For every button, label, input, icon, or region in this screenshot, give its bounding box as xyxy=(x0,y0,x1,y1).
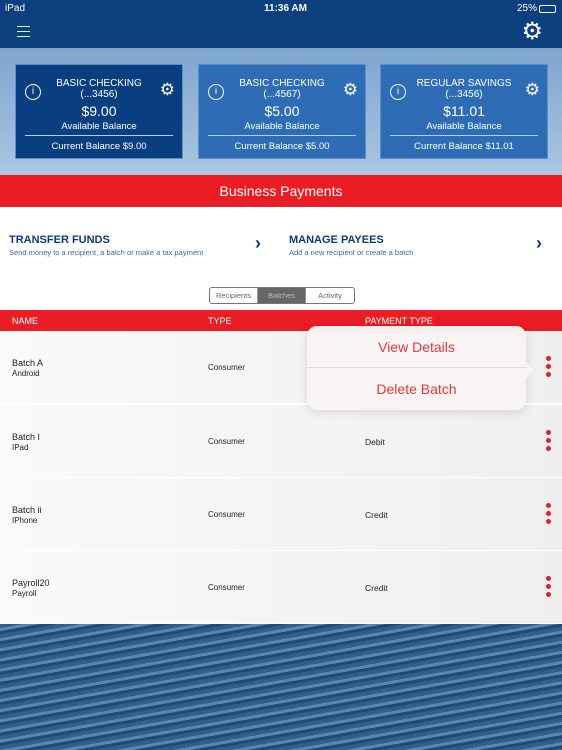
batch-name: Batch I xyxy=(12,432,41,442)
batch-options-popover: View Details Delete Batch xyxy=(307,326,534,410)
account-card[interactable]: i ⚙ BASIC CHECKING (...4567) $5.00 Availa… xyxy=(198,64,366,159)
battery-icon xyxy=(539,5,556,13)
manage-payees-link[interactable]: MANAGE PAYEES Add a new recipient or cre… xyxy=(289,234,413,257)
account-card[interactable]: i ⚙ BASIC CHECKING (...3456) $9.00 Availa… xyxy=(15,64,183,159)
more-options-icon[interactable] xyxy=(546,576,552,600)
gear-icon[interactable]: ⚙ xyxy=(343,80,358,100)
battery-percent: 25% xyxy=(517,3,538,14)
header-type: TYPE xyxy=(208,316,232,326)
available-label: Available Balance xyxy=(244,121,320,132)
nav-bar: ⚙ xyxy=(0,18,562,48)
device-label: iPad xyxy=(5,3,26,14)
batch-type: Consumer xyxy=(208,510,245,519)
batch-type: Consumer xyxy=(208,437,245,446)
account-name: BASIC CHECKING xyxy=(239,78,325,89)
batch-name: Batch A xyxy=(12,358,44,368)
payment-type: Debit xyxy=(365,437,385,447)
tab-recipients[interactable]: Recipients xyxy=(210,288,258,303)
table-row[interactable]: Batch ii IPhone Consumer Credit xyxy=(0,478,562,551)
batch-desc: Payroll xyxy=(12,589,37,598)
manage-payees-subtitle: Add a new recipient or create a batch xyxy=(289,248,414,257)
available-amount: $11.01 xyxy=(443,103,485,119)
batch-desc: IPhone xyxy=(12,516,38,525)
delete-batch-button[interactable]: Delete Batch xyxy=(307,368,526,410)
settings-gear-icon[interactable]: ⚙ xyxy=(521,19,543,45)
account-name: BASIC CHECKING xyxy=(56,78,142,89)
chevron-right-icon[interactable]: › xyxy=(536,233,542,254)
more-options-icon[interactable] xyxy=(546,430,552,454)
current-balance: Current Balance $5.00 xyxy=(234,141,330,152)
batch-type: Consumer xyxy=(208,583,245,592)
available-amount: $5.00 xyxy=(264,103,300,119)
batch-type: Consumer xyxy=(208,363,245,372)
page-title: Business Payments xyxy=(0,175,562,207)
gear-icon[interactable]: ⚙ xyxy=(525,80,540,100)
transfer-funds-title: TRANSFER FUNDS xyxy=(9,234,110,246)
current-balance: Current Balance $9.00 xyxy=(51,141,147,152)
batch-desc: Android xyxy=(12,369,40,378)
status-bar: iPad 11:36 AM 25% xyxy=(0,0,562,18)
clock: 11:36 AM xyxy=(264,3,307,14)
payment-type: Credit xyxy=(365,583,388,593)
current-balance: Current Balance $11.01 xyxy=(414,141,514,152)
batch-name: Payroll20 xyxy=(12,578,50,588)
table-row[interactable]: Batch I IPad Consumer Debit xyxy=(0,405,562,478)
header-payment-type: PAYMENT TYPE xyxy=(365,316,433,326)
transfer-funds-subtitle: Send money to a recipient, a batch or ma… xyxy=(9,248,204,257)
transfer-funds-link[interactable]: TRANSFER FUNDS Send money to a recipient… xyxy=(9,234,203,257)
account-card[interactable]: i ⚙ REGULAR SAVINGS (...3456) $11.01 Avai… xyxy=(380,64,548,159)
info-icon[interactable]: i xyxy=(208,84,224,100)
view-details-button[interactable]: View Details xyxy=(307,326,526,368)
table-row[interactable]: Payroll20 Payroll Consumer Credit xyxy=(0,551,562,624)
gear-icon[interactable]: ⚙ xyxy=(160,80,175,100)
segmented-control: Recipients Batches Activity xyxy=(209,287,355,304)
account-name: REGULAR SAVINGS xyxy=(416,78,512,89)
available-amount: $9.00 xyxy=(81,103,117,119)
header-name: NAME xyxy=(12,316,39,326)
batch-desc: IPad xyxy=(12,443,29,452)
more-options-icon[interactable] xyxy=(546,356,552,380)
chevron-right-icon[interactable]: › xyxy=(255,233,261,254)
more-options-icon[interactable] xyxy=(546,503,552,527)
available-label: Available Balance xyxy=(426,121,502,132)
manage-payees-title: MANAGE PAYEES xyxy=(289,234,384,246)
tab-activity[interactable]: Activity xyxy=(306,288,354,303)
info-icon[interactable]: i xyxy=(390,84,406,100)
background-water-image xyxy=(0,624,562,750)
tab-batches[interactable]: Batches xyxy=(258,288,306,303)
info-icon[interactable]: i xyxy=(25,84,41,100)
payment-type: Credit xyxy=(365,510,388,520)
batch-name: Batch ii xyxy=(12,505,42,515)
menu-icon[interactable] xyxy=(17,26,30,37)
available-label: Available Balance xyxy=(61,121,137,132)
account-cards: i ⚙ BASIC CHECKING (...3456) $9.00 Availa… xyxy=(0,48,562,175)
